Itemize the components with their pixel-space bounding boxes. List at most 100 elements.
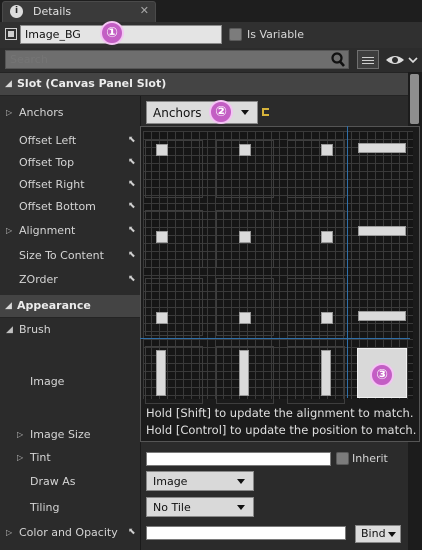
anchor-marker [239,350,249,396]
size-to-content-label: Size To Content [19,249,104,262]
anchor-preset-right-stretch[interactable] [287,346,345,404]
chevron-down-icon [237,505,245,510]
anchor-marker [239,144,251,156]
search-input[interactable] [5,50,349,69]
is-variable-label: Is Variable [247,28,305,41]
search-icon[interactable] [329,51,347,68]
collapse-arrow-icon: ◢ [5,79,12,89]
property-matrix-button[interactable] [357,50,379,69]
anchor-marker [321,312,333,324]
anchor-preset-center-left[interactable] [145,210,203,268]
anchor-preset-bottom-stretch[interactable] [355,278,413,336]
anchor-preset-top-center[interactable] [216,140,274,198]
draw-as-dropdown[interactable]: Image [146,471,254,491]
expand-arrow-icon[interactable]: ▷ [6,226,12,235]
offset-top-label: Offset Top [19,156,75,169]
anchor-marker [156,144,168,156]
anchor-preset-center-right[interactable] [287,210,345,268]
image-size-label: Image Size [30,428,91,441]
anchor-marker [358,226,406,236]
offset-left-label: Offset Left [19,134,77,147]
anchors-value: Anchors [153,106,202,120]
anchor-preset-bottom-center[interactable] [216,278,274,336]
chevron-down-icon [241,110,249,115]
anchor-guide-vertical [347,126,348,398]
zorder-label: ZOrder [19,273,58,286]
brush-label: Brush [19,323,51,336]
color-and-opacity-label: Color and Opacity [19,526,118,539]
pin-icon[interactable]: ⬉ [128,157,138,167]
anchor-marker [321,350,331,396]
pin-icon[interactable]: ⬉ [128,274,138,284]
table-icon [362,55,374,64]
widget-type-icon [5,28,17,40]
slot-section-header[interactable]: ◢ Slot (Canvas Panel Slot) [0,73,408,95]
close-icon[interactable]: ✕ [140,4,149,17]
chevron-down-icon [388,532,396,537]
pin-icon[interactable]: ⬉ [128,179,138,189]
anchor-preset-center-stretch[interactable] [355,210,413,268]
bind-button[interactable]: Bind [355,525,401,543]
anchor-hint-shift: Hold [Shift] to update the alignment to … [146,406,414,420]
anchor-preset-bottom-left[interactable] [145,278,203,336]
anchor-preset-top-stretch[interactable] [355,140,413,198]
inherit-checkbox[interactable] [336,452,349,465]
expand-arrow-icon[interactable]: ▷ [6,108,12,117]
expand-arrow-icon[interactable]: ▷ [6,528,12,537]
anchor-marker [156,312,168,324]
collapse-arrow-icon: ◢ [5,301,12,311]
info-icon: i [10,5,23,18]
tiling-value: No Tile [153,501,191,514]
anchors-dropdown[interactable]: Anchors [146,101,258,124]
reset-to-default-icon[interactable] [262,108,269,116]
is-variable-checkbox[interactable] [229,28,242,41]
anchor-marker [156,231,168,243]
inherit-label: Inherit [352,452,388,465]
anchor-preset-left-stretch[interactable] [145,346,203,404]
tab-details[interactable]: i Details ✕ [2,1,156,22]
collapse-arrow-icon[interactable]: ◢ [6,325,13,335]
draw-as-value: Image [153,475,188,488]
search-row [0,48,422,72]
color-opacity-swatch[interactable] [146,526,346,540]
pin-icon[interactable]: ⬉ [128,201,138,211]
tiling-label: Tiling [30,501,60,514]
tiling-dropdown[interactable]: No Tile [146,497,254,517]
callout-1: ① [100,21,124,45]
chevron-down-icon [237,479,245,484]
pin-icon[interactable]: ⬉ [128,250,138,260]
anchor-marker [156,350,166,396]
anchor-preset-bottom-right[interactable] [287,278,345,336]
anchor-preset-center[interactable] [216,210,274,268]
tab-details-label: Details [33,5,72,18]
bind-label: Bind [361,527,386,540]
anchor-preset-top-left[interactable] [145,140,203,198]
eye-icon[interactable] [384,51,420,69]
anchor-marker [239,312,251,324]
anchor-marker [358,311,406,321]
anchor-guide-horizontal [140,338,410,339]
image-label: Image [30,375,65,388]
pin-icon[interactable]: ⬉ [128,225,138,235]
widget-name-row: Image_BG Is Variable [0,22,422,48]
pin-icon[interactable]: ⬉ [128,135,138,145]
expand-arrow-icon[interactable]: ▷ [17,430,23,439]
appearance-section-title: Appearance [17,299,91,312]
anchor-marker [239,231,251,243]
callout-2: ② [209,100,233,124]
anchor-preset-top-right[interactable] [287,140,345,198]
scroll-thumb[interactable] [410,74,419,124]
anchor-marker [321,231,333,243]
anchor-preset-center-vertical-stretch[interactable] [216,346,274,404]
anchor-marker [358,143,406,153]
anchor-hint-control: Hold [Control] to update the position to… [146,423,417,437]
anchors-label: Anchors [19,106,64,119]
expand-arrow-icon[interactable]: ▷ [17,453,23,462]
offset-right-label: Offset Right [19,178,85,191]
slot-section-title: Slot (Canvas Panel Slot) [17,77,167,90]
pin-icon[interactable]: ⬉ [128,527,138,537]
anchor-marker [321,144,333,156]
offset-bottom-label: Offset Bottom [19,200,96,213]
alignment-label: Alignment [19,224,76,237]
tint-color-swatch[interactable] [146,452,331,466]
